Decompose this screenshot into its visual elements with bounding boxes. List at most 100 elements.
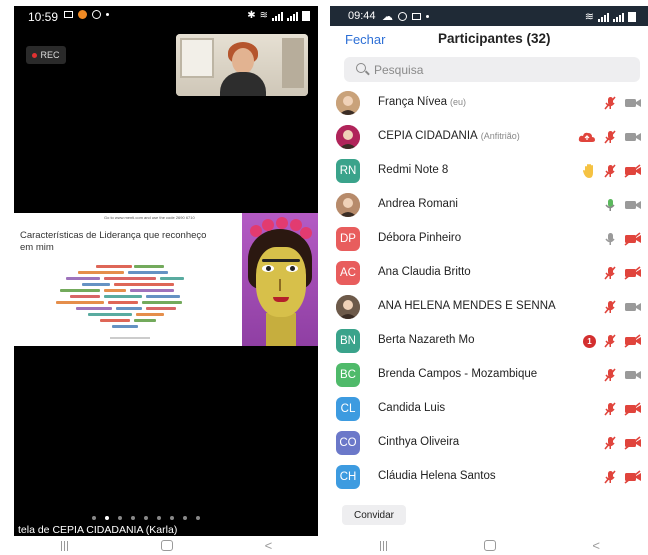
- participant-row[interactable]: CL Candida Luis: [330, 392, 648, 426]
- avatar-photo-icon: [336, 295, 360, 319]
- back-icon[interactable]: <: [265, 538, 273, 553]
- participant-row[interactable]: BC Brenda Campos - Mozambique: [330, 358, 648, 392]
- video-on-icon: [624, 198, 642, 212]
- flower-icon: [250, 225, 262, 237]
- notification-icons: [64, 10, 109, 19]
- mic-muted-icon: [602, 299, 618, 315]
- participant-video-thumbnail[interactable]: [176, 34, 308, 96]
- participant-row[interactable]: CO Cinthya Oliveira: [330, 426, 648, 460]
- participant-status-icons: [602, 265, 642, 281]
- mic-muted-icon: [602, 95, 618, 111]
- avatar: [336, 91, 360, 115]
- search-input[interactable]: [374, 61, 624, 78]
- participant-name: Cinthya Oliveira: [378, 436, 460, 448]
- avatar-initials: DP: [340, 233, 356, 245]
- system-icons: ≋: [585, 10, 636, 23]
- participant-name-block: Débora Pinheiro: [378, 232, 461, 244]
- mic-muted-icon: [602, 163, 618, 179]
- participant-name: ANA HELENA MENDES E SENNA: [378, 300, 556, 312]
- participant-row[interactable]: BN Berta Nazareth Mo 1: [330, 324, 648, 358]
- avatar: [336, 295, 360, 319]
- avatar-photo-icon: [336, 193, 360, 217]
- slide-title: Características de Liderança que reconhe…: [20, 230, 207, 253]
- battery-icon: [628, 11, 636, 22]
- signal-icon: [598, 12, 609, 22]
- share-caption: tela de CEPIA CIDADANIA (Karla): [18, 524, 178, 536]
- participant-name: Brenda Campos - Mozambique: [378, 368, 538, 380]
- wifi-icon: ≋: [259, 10, 268, 21]
- participant-name: Andrea Romani: [378, 198, 458, 210]
- video-on-icon: [624, 130, 642, 144]
- cloud-recording-icon: [578, 130, 596, 144]
- participants-list[interactable]: França Nívea (eu) CEPIA CIDADANIA (Anfitriã…: [330, 86, 648, 494]
- participant-name-block: Andrea Romani: [378, 198, 458, 210]
- avatar: DP: [336, 227, 360, 251]
- background-shelf: [282, 38, 304, 88]
- wifi-icon: ≋: [584, 11, 594, 23]
- participant-row[interactable]: França Nívea (eu): [330, 86, 648, 120]
- mic-icon: [602, 231, 618, 247]
- avatar: [336, 193, 360, 217]
- background-window: [180, 38, 214, 78]
- message-count-badge: 1: [583, 334, 596, 348]
- participant-name: França Nívea: [378, 96, 448, 108]
- mic-muted-icon: [602, 435, 618, 451]
- mic-muted-icon: [602, 265, 618, 281]
- gallery-icon: [412, 13, 421, 20]
- rec-label: REC: [40, 50, 60, 60]
- participant-row[interactable]: CH Cláudia Helena Santos: [330, 460, 648, 494]
- avatar-initials: BC: [340, 369, 356, 381]
- participant-row[interactable]: RN Redmi Note 8: [330, 154, 648, 188]
- mic-muted-icon: [602, 367, 618, 383]
- video-on-icon: [624, 96, 642, 110]
- recents-icon[interactable]: [60, 540, 70, 551]
- back-icon[interactable]: <: [592, 538, 600, 553]
- video-off-icon: [624, 436, 642, 450]
- frida-illustration: [242, 213, 318, 346]
- mic-muted-icon: [602, 333, 618, 349]
- participant-name: Cláudia Helena Santos: [378, 470, 496, 482]
- participant-row[interactable]: DP Débora Pinheiro: [330, 222, 648, 256]
- mic-muted-icon: [602, 401, 618, 417]
- avatar: [336, 125, 360, 149]
- participant-name: Ana Claudia Britto: [378, 266, 471, 278]
- participant-name-block: Brenda Campos - Mozambique: [378, 368, 537, 380]
- signal-2-icon: [613, 12, 624, 22]
- recents-icon[interactable]: [378, 540, 388, 551]
- close-button[interactable]: Fechar: [345, 32, 385, 47]
- participant-row[interactable]: CEPIA CIDADANIA (Anfitrião): [330, 120, 648, 154]
- invite-button[interactable]: Convidar: [342, 505, 406, 525]
- participant-row[interactable]: AC Ana Claudia Britto: [330, 256, 648, 290]
- mic-on-icon: [602, 197, 618, 213]
- participant-name-block: Berta Nazareth Mo: [378, 334, 475, 346]
- more-notifications-icon: [106, 13, 109, 16]
- status-bar: 10:59 ✱ ≋: [14, 6, 318, 28]
- screenshot-root: 10:59 ✱ ≋ REC Go to www.menti.com and us…: [0, 0, 648, 555]
- home-icon[interactable]: [484, 540, 497, 551]
- search-bar[interactable]: [344, 57, 640, 82]
- app-notification-icon: [78, 10, 87, 19]
- participant-name: Redmi Note 8: [378, 164, 449, 176]
- participants-header: Fechar Participantes (32): [330, 26, 648, 56]
- menti-instruction: Go to www.menti.com and use the code 269…: [104, 215, 195, 220]
- participant-status-icons: [602, 367, 642, 383]
- participant-name-block: CEPIA CIDADANIA (Anfitrião): [378, 130, 520, 142]
- avatar: CO: [336, 431, 360, 455]
- raised-hand-icon: [582, 163, 596, 179]
- system-icons: ✱ ≋: [247, 10, 310, 21]
- video-off-icon: [624, 470, 642, 484]
- avatar-initials: CO: [339, 437, 357, 449]
- page-indicator[interactable]: [92, 516, 200, 520]
- battery-icon: [302, 10, 310, 21]
- avatar-initials: CH: [339, 471, 357, 483]
- avatar-initials: AC: [340, 267, 356, 279]
- participant-row[interactable]: ANA HELENA MENDES E SENNA: [330, 290, 648, 324]
- avatar: BC: [336, 363, 360, 387]
- participant-status-icons: [602, 95, 642, 111]
- participant-row[interactable]: Andrea Romani: [330, 188, 648, 222]
- participant-status-icons: [602, 401, 642, 417]
- shared-screen[interactable]: Go to www.menti.com and use the code 269…: [14, 213, 318, 346]
- home-icon[interactable]: [161, 540, 174, 551]
- participant-name-block: Cinthya Oliveira: [378, 436, 459, 448]
- participant-status-icons: [602, 231, 642, 247]
